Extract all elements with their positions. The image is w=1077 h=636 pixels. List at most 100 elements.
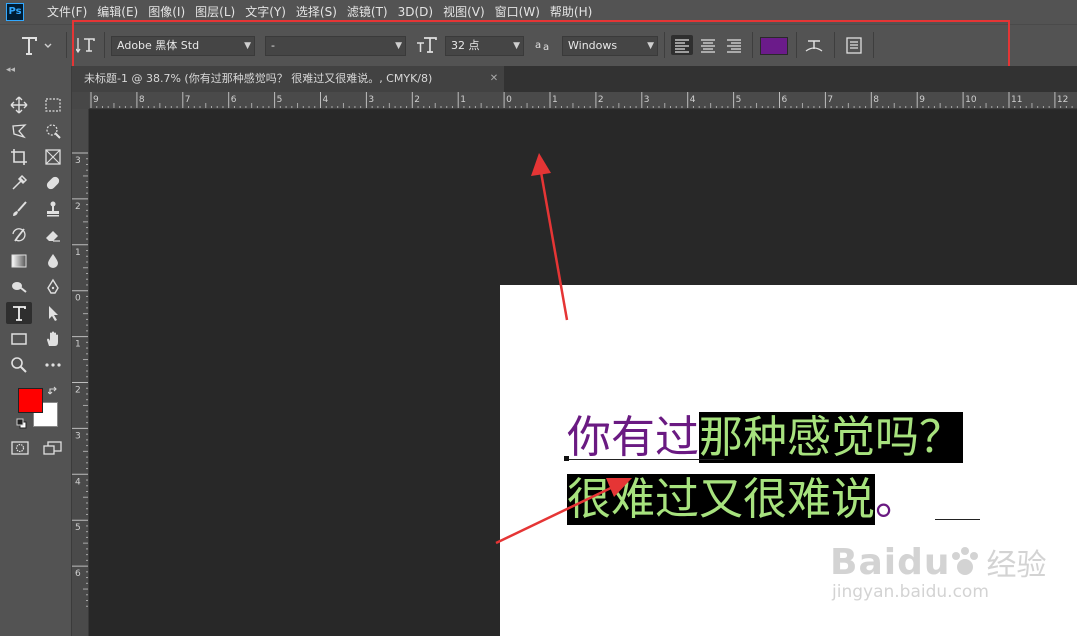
type-tool-icon bbox=[22, 37, 52, 55]
document-tab[interactable]: 未标题-1 @ 38.7% (你有过那种感觉吗？ 很难过又很难说。, CMYK/… bbox=[72, 66, 504, 92]
ruler-label: 5 bbox=[736, 95, 742, 105]
dodge-icon bbox=[12, 282, 27, 293]
quick-mask-button[interactable] bbox=[10, 439, 30, 457]
crop-tool[interactable] bbox=[6, 146, 32, 168]
eyedropper-icon bbox=[12, 174, 28, 190]
ellipsis-icon bbox=[45, 363, 61, 367]
eyedropper-tool[interactable] bbox=[6, 172, 32, 194]
ruler-label: 2 bbox=[75, 202, 81, 212]
text-plain-segment: 你有过 bbox=[567, 412, 699, 463]
drop-icon bbox=[48, 254, 58, 268]
screen-mode-button[interactable] bbox=[42, 439, 64, 457]
text-line-2[interactable]: 很难过又很难说。 bbox=[567, 474, 919, 526]
bandage-icon bbox=[46, 176, 60, 190]
rectangle-tool[interactable] bbox=[6, 328, 32, 350]
ruler-label: 9 bbox=[919, 95, 925, 105]
eraser-tool[interactable] bbox=[40, 224, 66, 246]
watermark: Baidu 经验 jingyan.baidu.com bbox=[830, 540, 1046, 603]
ruler-label: 11 bbox=[1011, 95, 1022, 105]
swap-colors-icon[interactable] bbox=[47, 386, 60, 398]
move-tool[interactable] bbox=[6, 94, 32, 116]
ruler-label: 8 bbox=[873, 95, 879, 105]
pen-icon bbox=[47, 278, 59, 294]
ruler-label: 5 bbox=[75, 523, 81, 533]
text-selected-segment: 那种感觉吗？ bbox=[699, 412, 963, 463]
text-selected-segment: 很难过又很难说 bbox=[567, 474, 875, 525]
ruler-label: 7 bbox=[185, 95, 191, 105]
arrow-pointer-icon bbox=[49, 306, 58, 321]
ruler-label: 6 bbox=[231, 95, 237, 105]
quick-selection-icon bbox=[46, 124, 61, 139]
ruler-label: 4 bbox=[75, 477, 81, 487]
ruler-label: 3 bbox=[75, 156, 81, 166]
ruler-corner bbox=[72, 92, 89, 109]
vertical-ruler[interactable]: 3 2 1 0 1 2 3 4 5 6 bbox=[72, 109, 89, 636]
tool-preset-picker[interactable] bbox=[18, 34, 58, 58]
history-brush-tool[interactable] bbox=[6, 224, 32, 246]
pen-tool[interactable] bbox=[40, 276, 66, 298]
quick-mask-icon bbox=[11, 441, 29, 455]
history-brush-icon bbox=[12, 228, 26, 242]
ruler-label: 9 bbox=[93, 95, 99, 105]
gradient-icon bbox=[11, 254, 27, 268]
ruler-label: 5 bbox=[277, 95, 283, 105]
text-line-1[interactable]: 你有过那种感觉吗？ bbox=[567, 412, 963, 464]
ruler-label: 3 bbox=[644, 95, 650, 105]
ruler-label: 4 bbox=[690, 95, 696, 105]
dodge-tool[interactable] bbox=[6, 276, 32, 298]
blur-tool[interactable] bbox=[40, 250, 66, 272]
ruler-label: 4 bbox=[323, 95, 329, 105]
ruler-label: 0 bbox=[506, 95, 512, 105]
ruler-label: 12 bbox=[1057, 95, 1068, 105]
ruler-label: 1 bbox=[75, 340, 81, 350]
text-anchor-point[interactable] bbox=[564, 456, 569, 461]
more-tools-button[interactable] bbox=[40, 354, 66, 376]
screen-mode-icon bbox=[43, 441, 62, 455]
marquee-tool[interactable] bbox=[40, 94, 66, 116]
gradient-tool[interactable] bbox=[6, 250, 32, 272]
collapse-arrows-icon[interactable]: ◂◂ bbox=[6, 66, 15, 75]
ruler-label: 6 bbox=[782, 95, 788, 105]
marquee-icon bbox=[45, 98, 61, 112]
eraser-icon bbox=[46, 231, 60, 242]
ruler-label: 2 bbox=[414, 95, 420, 105]
ruler-label: 2 bbox=[598, 95, 604, 105]
text-trailing-segment: 。 bbox=[875, 474, 919, 525]
ruler-label: 1 bbox=[460, 95, 466, 105]
brush-icon bbox=[13, 201, 27, 216]
ruler-label: 0 bbox=[75, 294, 81, 304]
tools-grid bbox=[6, 94, 66, 380]
close-icon[interactable]: ✕ bbox=[486, 66, 502, 92]
horizontal-ruler[interactable]: 9 8 7 6 5 4 3 2 1 0 1 2 3 4 5 6 7 8 9 10 11 12 bbox=[72, 92, 1077, 109]
frame-tool[interactable] bbox=[40, 146, 66, 168]
ruler-label: 3 bbox=[75, 431, 81, 441]
lasso-tool[interactable] bbox=[6, 120, 32, 142]
rectangle-icon bbox=[11, 333, 27, 345]
ruler-label: 6 bbox=[75, 569, 81, 579]
hand-icon bbox=[47, 331, 58, 346]
frame-icon bbox=[45, 149, 61, 165]
watermark-url: jingyan.baidu.com bbox=[832, 582, 989, 602]
foreground-color-swatch[interactable] bbox=[18, 388, 43, 413]
ruler-label: 1 bbox=[75, 248, 81, 258]
ruler-label: 1 bbox=[552, 95, 558, 105]
healing-brush-tool[interactable] bbox=[40, 172, 66, 194]
type-tool[interactable] bbox=[6, 302, 32, 324]
separator bbox=[66, 32, 67, 58]
watermark-brand: Baidu bbox=[830, 541, 951, 583]
ruler-label: 3 bbox=[368, 95, 374, 105]
stamp-icon bbox=[47, 201, 59, 217]
zoom-tool[interactable] bbox=[6, 354, 32, 376]
brush-tool[interactable] bbox=[6, 198, 32, 220]
text-baseline bbox=[564, 459, 724, 460]
path-selection-tool[interactable] bbox=[40, 302, 66, 324]
quick-selection-tool[interactable] bbox=[40, 120, 66, 142]
clone-stamp-tool[interactable] bbox=[40, 198, 66, 220]
ruler-label: 7 bbox=[827, 95, 833, 105]
zoom-icon bbox=[11, 357, 27, 373]
hand-tool[interactable] bbox=[40, 328, 66, 350]
move-icon bbox=[10, 96, 28, 114]
default-colors-icon[interactable] bbox=[16, 418, 28, 430]
paw-logo-icon bbox=[952, 547, 979, 575]
photoshop-logo[interactable]: Ps bbox=[6, 3, 24, 21]
